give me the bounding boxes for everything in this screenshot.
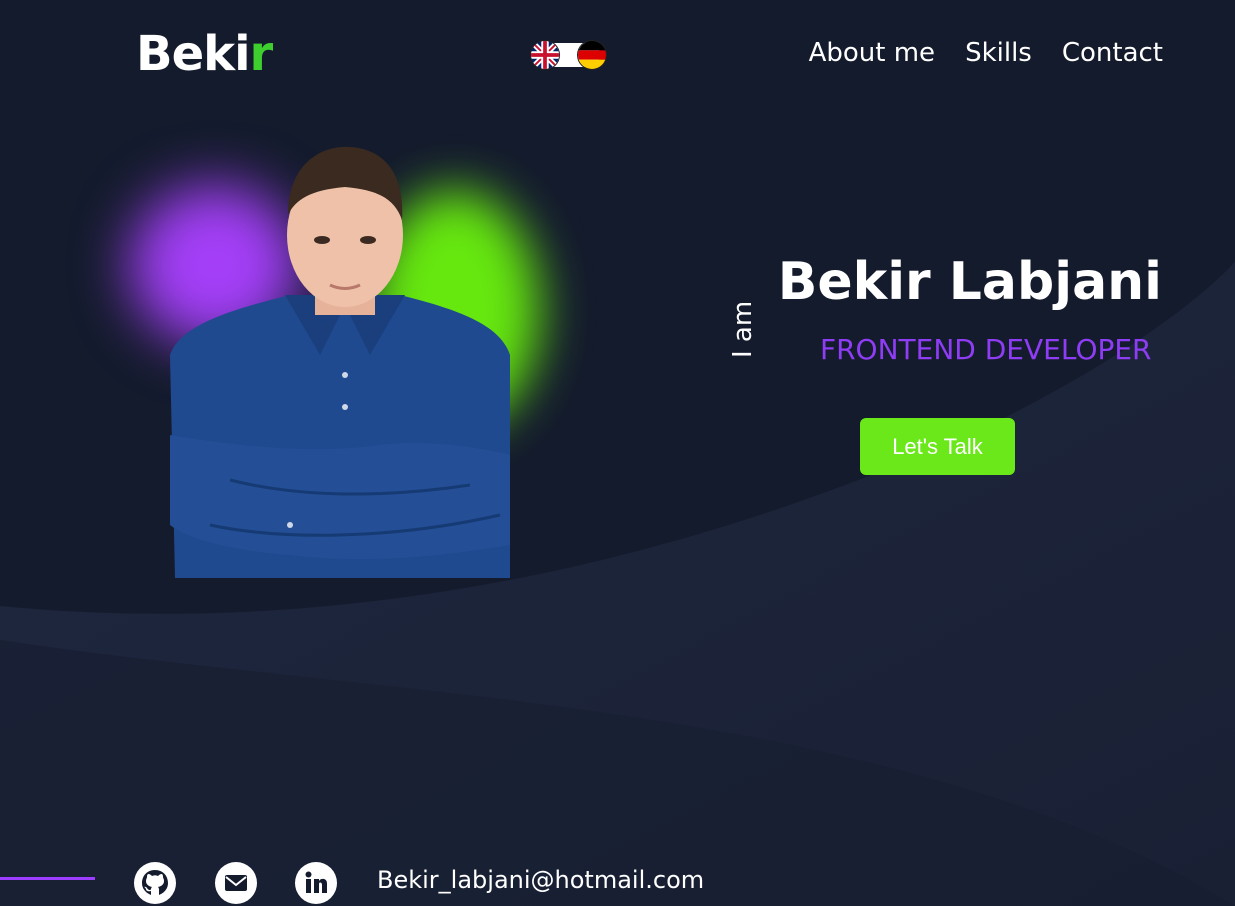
github-icon[interactable] <box>134 862 176 904</box>
uk-flag-icon[interactable] <box>530 40 560 70</box>
accent-line <box>0 877 95 880</box>
nav-skills[interactable]: Skills <box>965 38 1032 68</box>
nav-contact[interactable]: Contact <box>1062 38 1163 68</box>
profile-photo <box>170 145 510 578</box>
language-toggle[interactable] <box>530 40 608 70</box>
mail-icon[interactable] <box>215 862 257 904</box>
logo-main-text: Beki <box>136 26 251 82</box>
linkedin-icon[interactable] <box>295 862 337 904</box>
nav-about-me[interactable]: About me <box>809 38 935 68</box>
hero-name: Bekir Labjani <box>777 252 1162 312</box>
germany-flag-icon[interactable] <box>577 40 607 70</box>
intro-text: I am <box>728 300 758 358</box>
contact-email[interactable]: Bekir_labjani@hotmail.com <box>377 866 704 894</box>
logo-accent-text: r <box>249 26 274 82</box>
hero-role: FRONTEND DEVELOPER <box>820 333 1152 366</box>
lets-talk-button[interactable]: Let's Talk <box>860 418 1015 475</box>
main-nav: About me Skills Contact <box>809 38 1163 68</box>
site-logo[interactable]: Bekir <box>136 26 274 82</box>
